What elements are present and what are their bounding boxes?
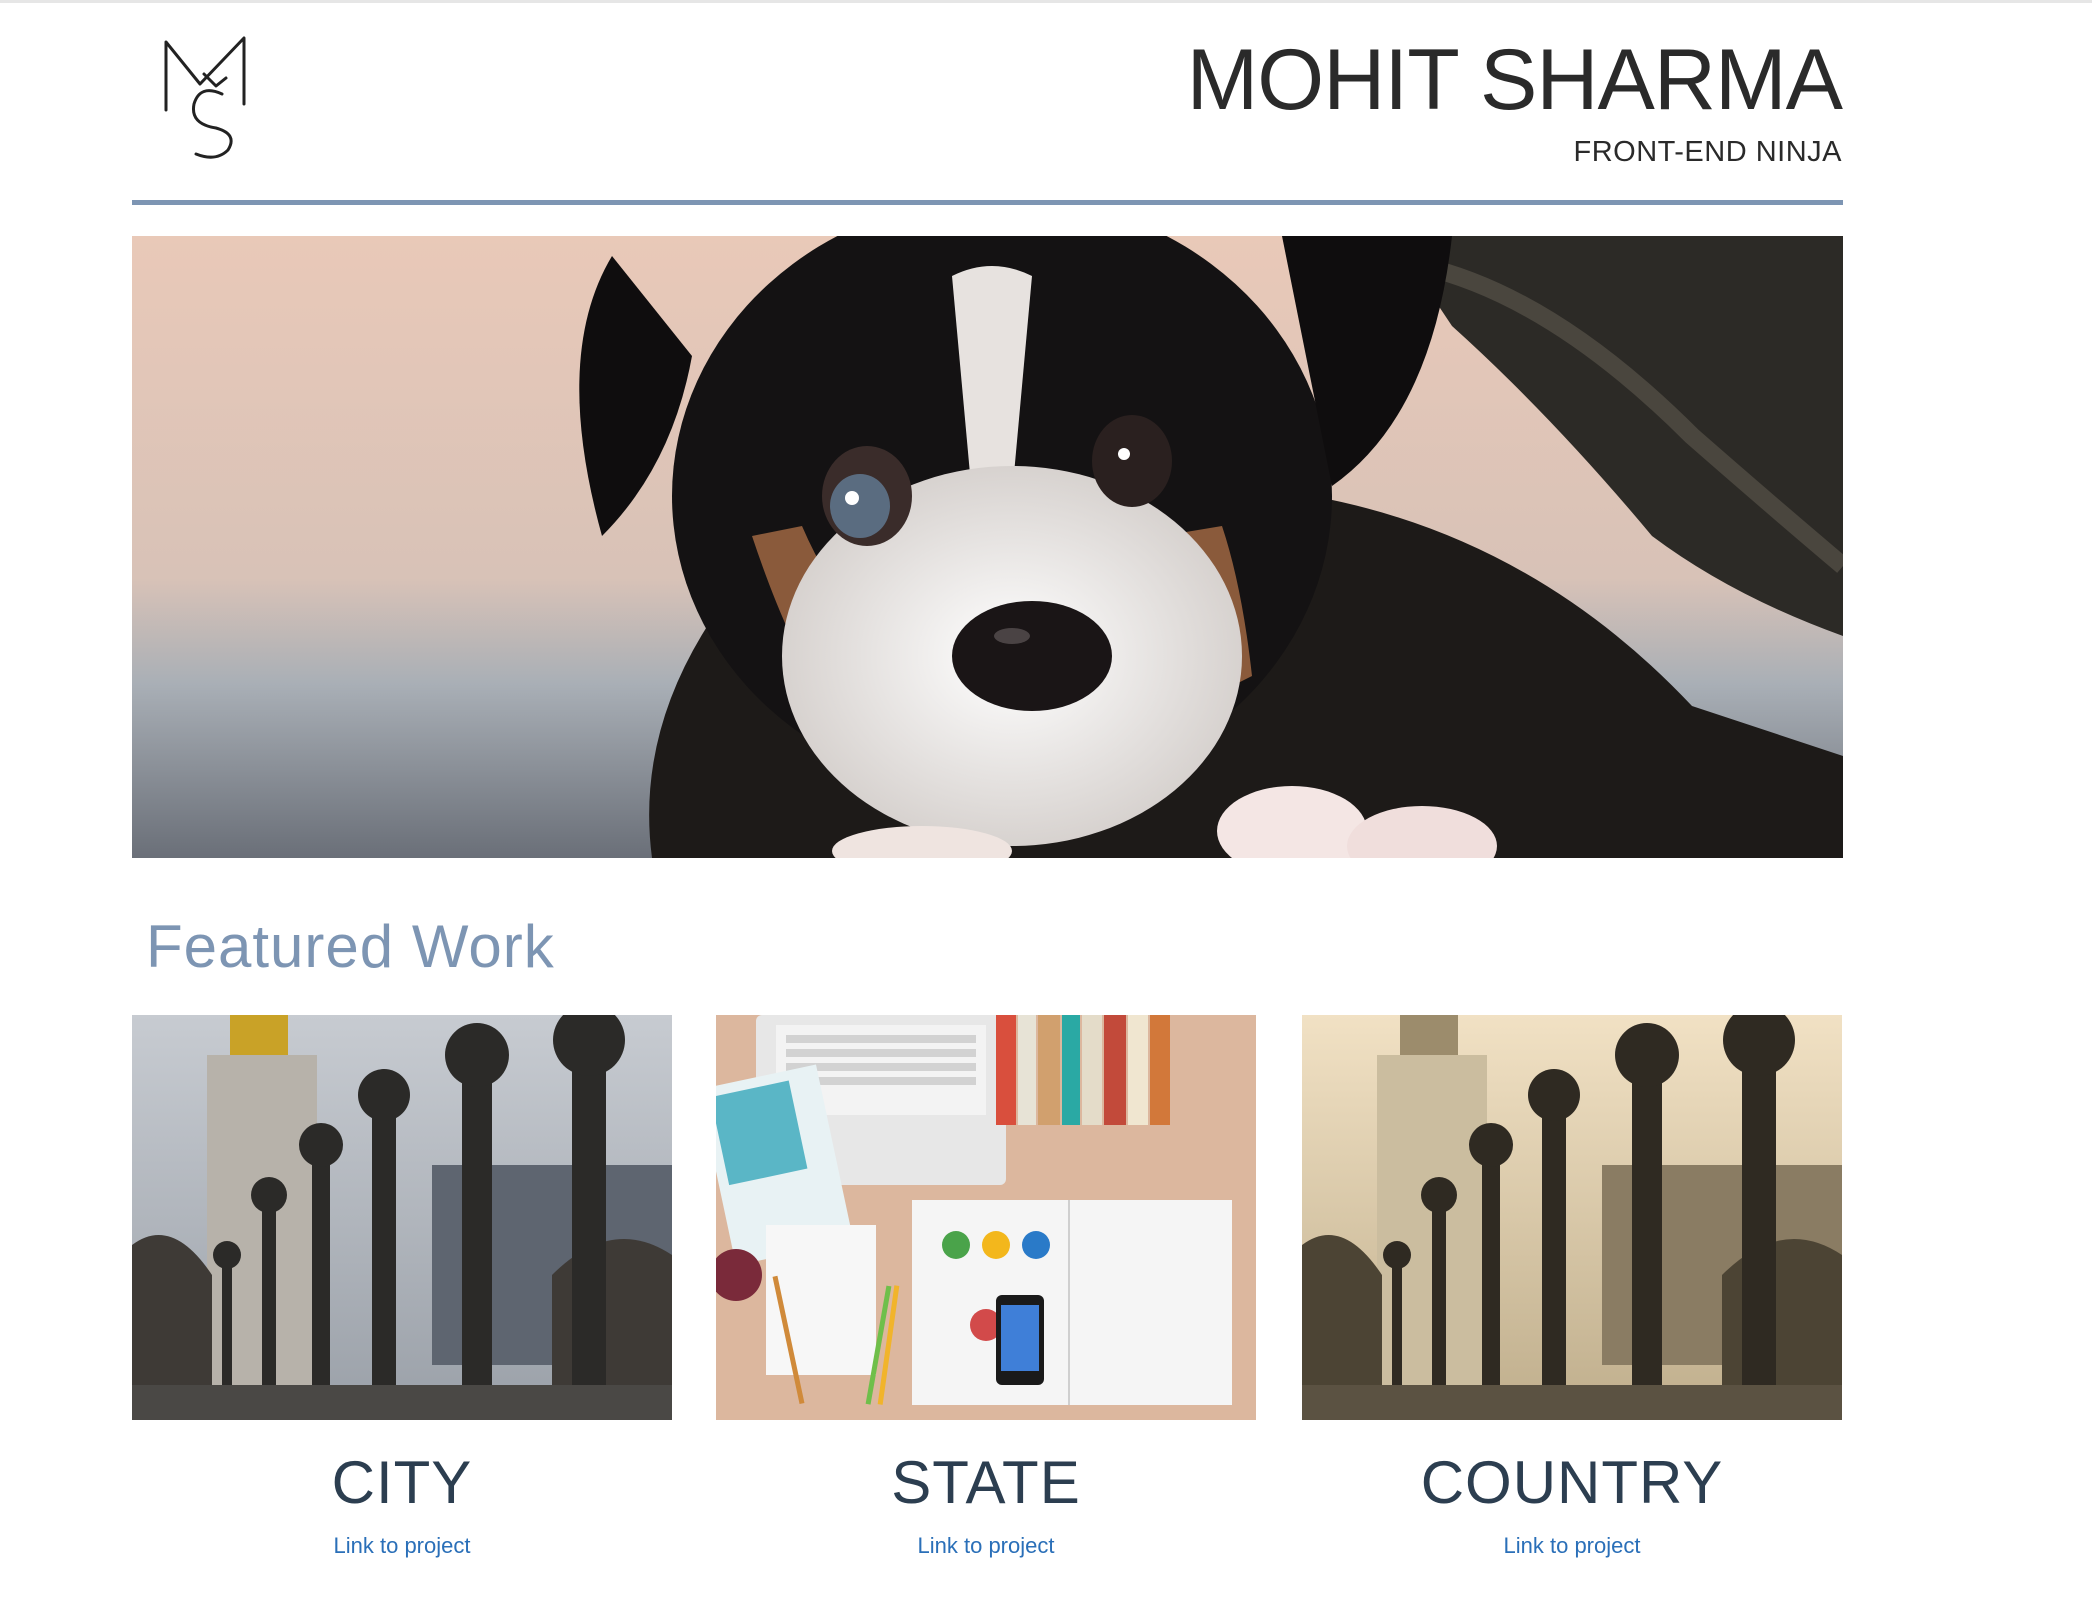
portfolio-page: MOHIT SHARMA FRONT-END NINJA Featured Wo…	[0, 0, 2092, 1602]
country-project-image[interactable]	[1302, 1015, 1842, 1420]
header-divider	[132, 200, 1843, 205]
state-project-image[interactable]	[716, 1015, 1256, 1420]
hero-image	[132, 236, 1843, 858]
country-project-title: COUNTRY	[1420, 1449, 1724, 1516]
ms-logo-icon[interactable]	[160, 34, 252, 162]
country-project-link[interactable]: Link to project	[1302, 1533, 1842, 1559]
city-project-link[interactable]: Link to project	[132, 1533, 672, 1559]
site-owner-name: MOHIT SHARMA	[1186, 32, 1843, 128]
top-border	[0, 0, 2092, 3]
state-project-title: STATE	[891, 1449, 1081, 1516]
state-project-link[interactable]: Link to project	[716, 1533, 1256, 1559]
featured-work-heading: Featured Work	[146, 913, 555, 980]
city-project-image[interactable]	[132, 1015, 672, 1420]
city-project-title: CITY	[331, 1449, 473, 1516]
site-tagline: FRONT-END NINJA	[1573, 136, 1842, 168]
